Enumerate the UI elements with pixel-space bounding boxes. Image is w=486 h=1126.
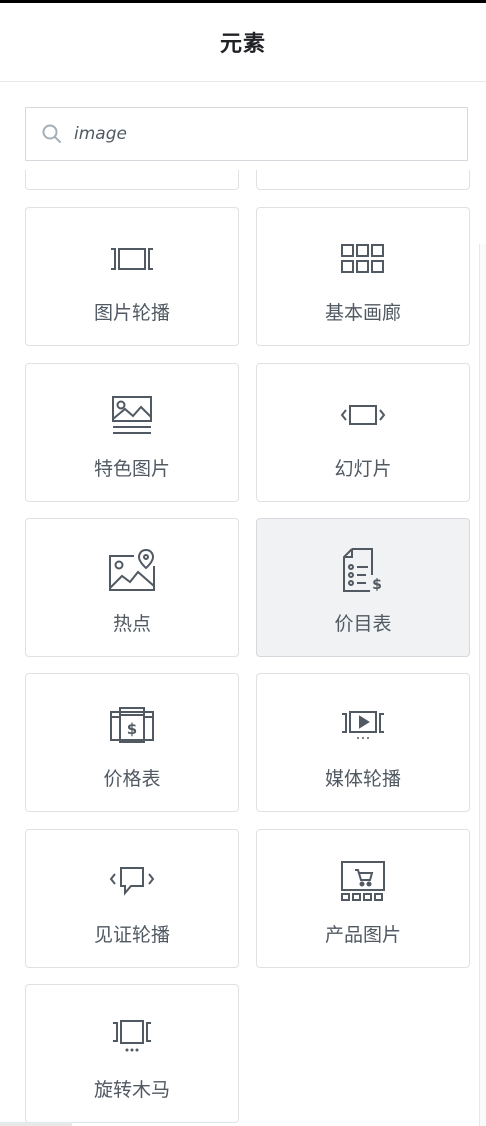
panel-title: 元素 <box>219 32 266 57</box>
product-images-icon <box>257 858 469 904</box>
widget-card-featured-image[interactable]: 特色图片 <box>25 363 239 502</box>
widget-card-basic-gallery[interactable]: 基本画廊 <box>256 207 470 346</box>
widget-card-testimonial-carousel[interactable]: 见证轮播 <box>25 829 239 968</box>
carousel-icon <box>26 1013 238 1059</box>
widget-card-partial[interactable] <box>256 170 470 190</box>
widget-label: 特色图片 <box>93 458 170 480</box>
widget-card-carousel[interactable]: 旋转木马 <box>25 984 239 1123</box>
widget-card-hotspot[interactable]: 热点 <box>25 518 239 657</box>
price-table-icon: $ <box>26 702 238 748</box>
slides-icon <box>257 392 469 438</box>
widget-label: 见证轮播 <box>93 924 170 946</box>
widget-label: 价格表 <box>103 768 161 790</box>
search-icon <box>42 124 62 144</box>
scrollbar[interactable] <box>479 244 486 1126</box>
widget-label: 热点 <box>112 613 151 635</box>
widget-label: 幻灯片 <box>334 458 392 480</box>
widget-label: 媒体轮播 <box>324 768 401 790</box>
widget-card-image-carousel[interactable]: 图片轮播 <box>25 207 239 346</box>
widget-card-product-images[interactable]: 产品图片 <box>256 829 470 968</box>
widget-card-media-carousel[interactable]: 媒体轮播 <box>256 673 470 812</box>
price-list-icon: $ <box>257 547 469 593</box>
search-input[interactable] <box>74 114 414 154</box>
widgets-list[interactable]: 图片轮播 基本画廊 特色图片 幻灯片 热点 $ 价目表 $ 价格表 媒体轮播 见… <box>0 170 486 1126</box>
widget-label: 产品图片 <box>324 924 401 946</box>
widget-card-price-list[interactable]: $ 价目表 <box>256 518 470 657</box>
widget-card-partial[interactable] <box>25 170 239 190</box>
svg-text:$: $ <box>127 720 137 738</box>
media-carousel-icon <box>257 702 469 748</box>
panel-header: 元素 <box>0 3 486 82</box>
widget-label: 价目表 <box>334 613 392 635</box>
svg-text:$: $ <box>372 577 382 593</box>
widget-label: 旋转木马 <box>93 1079 170 1101</box>
search-box[interactable] <box>25 107 468 161</box>
hotspot-icon <box>26 547 238 593</box>
widget-card-price-table[interactable]: $ 价格表 <box>25 673 239 812</box>
widget-label: 基本画廊 <box>324 302 401 324</box>
testimonial-carousel-icon <box>26 858 238 904</box>
widget-label: 图片轮播 <box>93 302 170 324</box>
bottom-divider <box>0 1122 72 1126</box>
image-carousel-icon <box>26 236 238 282</box>
basic-gallery-icon <box>257 236 469 282</box>
featured-image-icon <box>26 392 238 438</box>
widget-card-slides[interactable]: 幻灯片 <box>256 363 470 502</box>
